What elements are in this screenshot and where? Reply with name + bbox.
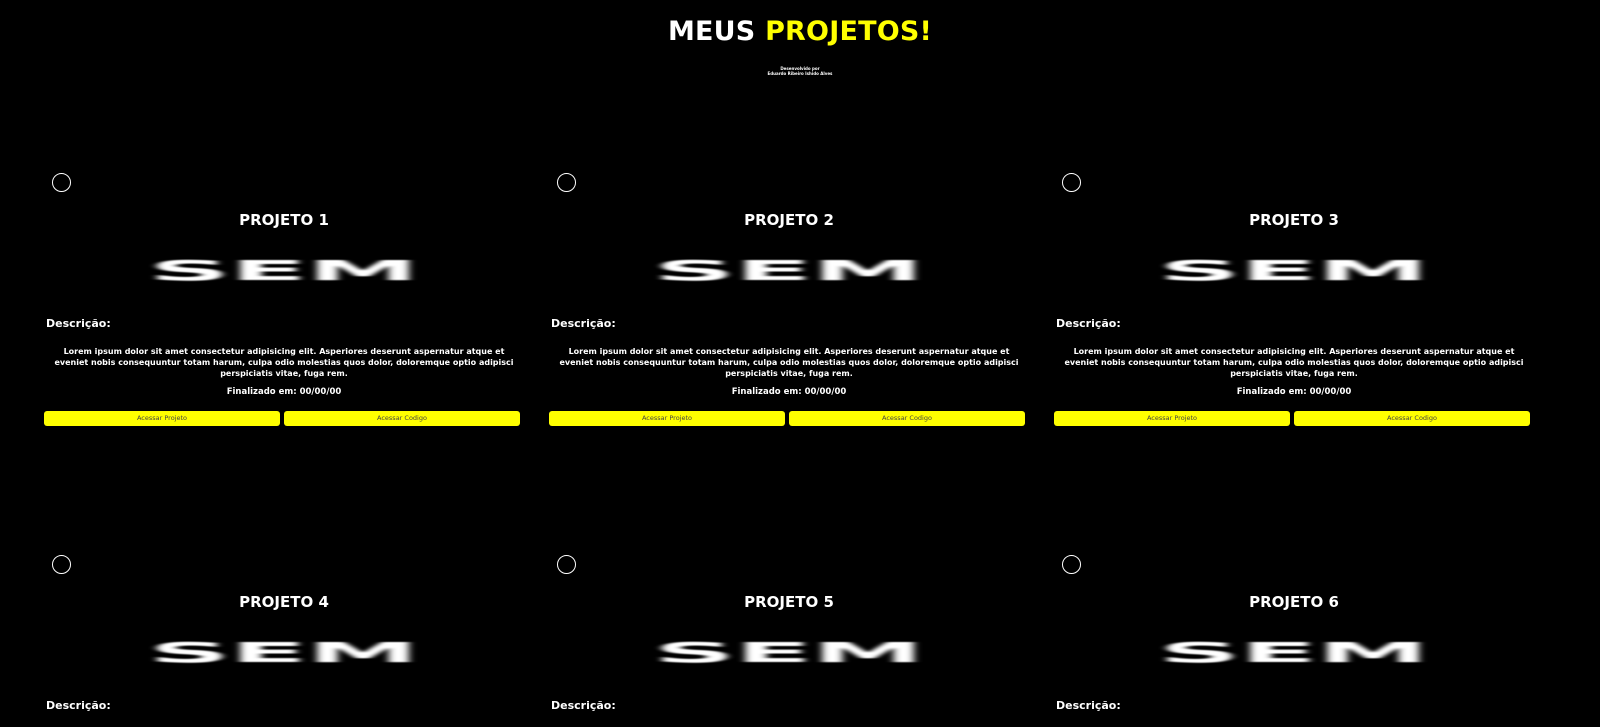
description-text-2: Lorem ipsum dolor sit amet consectetur a… <box>559 347 1019 378</box>
page-title: MEUS PROJETOS! <box>0 16 1600 47</box>
access-project-button-1[interactable]: Acessar Projeto <box>44 411 280 426</box>
placeholder-image-1: SEM <box>149 259 419 283</box>
project-card-2: PROJETO 2 SEM Descrição: Lorem ipsum dol… <box>549 163 1029 493</box>
description-label-4: Descrição: <box>46 699 111 712</box>
placeholder-image-5: SEM <box>654 641 924 665</box>
project-card-4: PROJETO 4 SEM Descrição: <box>44 545 524 727</box>
project-title-4: PROJETO 4 <box>239 593 329 611</box>
page-subtitle: Desenvolvido por Eduardo Ribeiro Ishido … <box>0 66 1600 76</box>
subtitle-line2: Eduardo Ribeiro Ishido Alves <box>767 71 833 76</box>
project-radio-5[interactable] <box>557 555 576 574</box>
page-title-part2: PROJETOS! <box>765 16 933 47</box>
project-title-6: PROJETO 6 <box>1249 593 1339 611</box>
project-radio-4[interactable] <box>52 555 71 574</box>
placeholder-image-3: SEM <box>1159 259 1429 283</box>
description-label-5: Descrição: <box>551 699 616 712</box>
project-radio-2[interactable] <box>557 173 576 192</box>
access-code-button-3[interactable]: Acessar Codigo <box>1294 411 1530 426</box>
svg-text:SEM: SEM <box>1159 641 1429 665</box>
placeholder-image-6: SEM <box>1159 641 1429 665</box>
svg-text:SEM: SEM <box>1159 259 1429 283</box>
finished-date-2: Finalizado em: 00/00/00 <box>731 387 847 397</box>
finished-date-1: Finalizado em: 00/00/00 <box>226 387 342 397</box>
finished-date-3: Finalizado em: 00/00/00 <box>1236 387 1352 397</box>
description-label-6: Descrição: <box>1056 699 1121 712</box>
project-title-1: PROJETO 1 <box>239 211 329 229</box>
access-code-button-2[interactable]: Acessar Codigo <box>789 411 1025 426</box>
project-card-1: PROJETO 1 SEM Descrição: Lorem ipsum dol… <box>44 163 524 493</box>
access-code-button-1[interactable]: Acessar Codigo <box>284 411 520 426</box>
description-text-1: Lorem ipsum dolor sit amet consectetur a… <box>54 347 514 378</box>
project-title-5: PROJETO 5 <box>744 593 834 611</box>
placeholder-image-4: SEM <box>149 641 419 665</box>
description-text-3: Lorem ipsum dolor sit amet consectetur a… <box>1064 347 1524 378</box>
access-project-button-3[interactable]: Acessar Projeto <box>1054 411 1290 426</box>
svg-text:SEM: SEM <box>149 641 419 665</box>
description-label-3: Descrição: <box>1056 317 1121 330</box>
svg-text:SEM: SEM <box>654 259 924 283</box>
description-label-1: Descrição: <box>46 317 111 330</box>
project-radio-6[interactable] <box>1062 555 1081 574</box>
placeholder-image-2: SEM <box>654 259 924 283</box>
project-title-3: PROJETO 3 <box>1249 211 1339 229</box>
svg-text:SEM: SEM <box>149 259 419 283</box>
project-title-2: PROJETO 2 <box>744 211 834 229</box>
page-title-part1: MEUS <box>667 16 766 47</box>
project-radio-3[interactable] <box>1062 173 1081 192</box>
project-radio-1[interactable] <box>52 173 71 192</box>
svg-text:SEM: SEM <box>654 641 924 665</box>
access-project-button-2[interactable]: Acessar Projeto <box>549 411 785 426</box>
project-card-5: PROJETO 5 SEM Descrição: <box>549 545 1029 727</box>
description-label-2: Descrição: <box>551 317 616 330</box>
project-card-3: PROJETO 3 SEM Descrição: Lorem ipsum dol… <box>1054 163 1534 493</box>
project-card-6: PROJETO 6 SEM Descrição: <box>1054 545 1534 727</box>
